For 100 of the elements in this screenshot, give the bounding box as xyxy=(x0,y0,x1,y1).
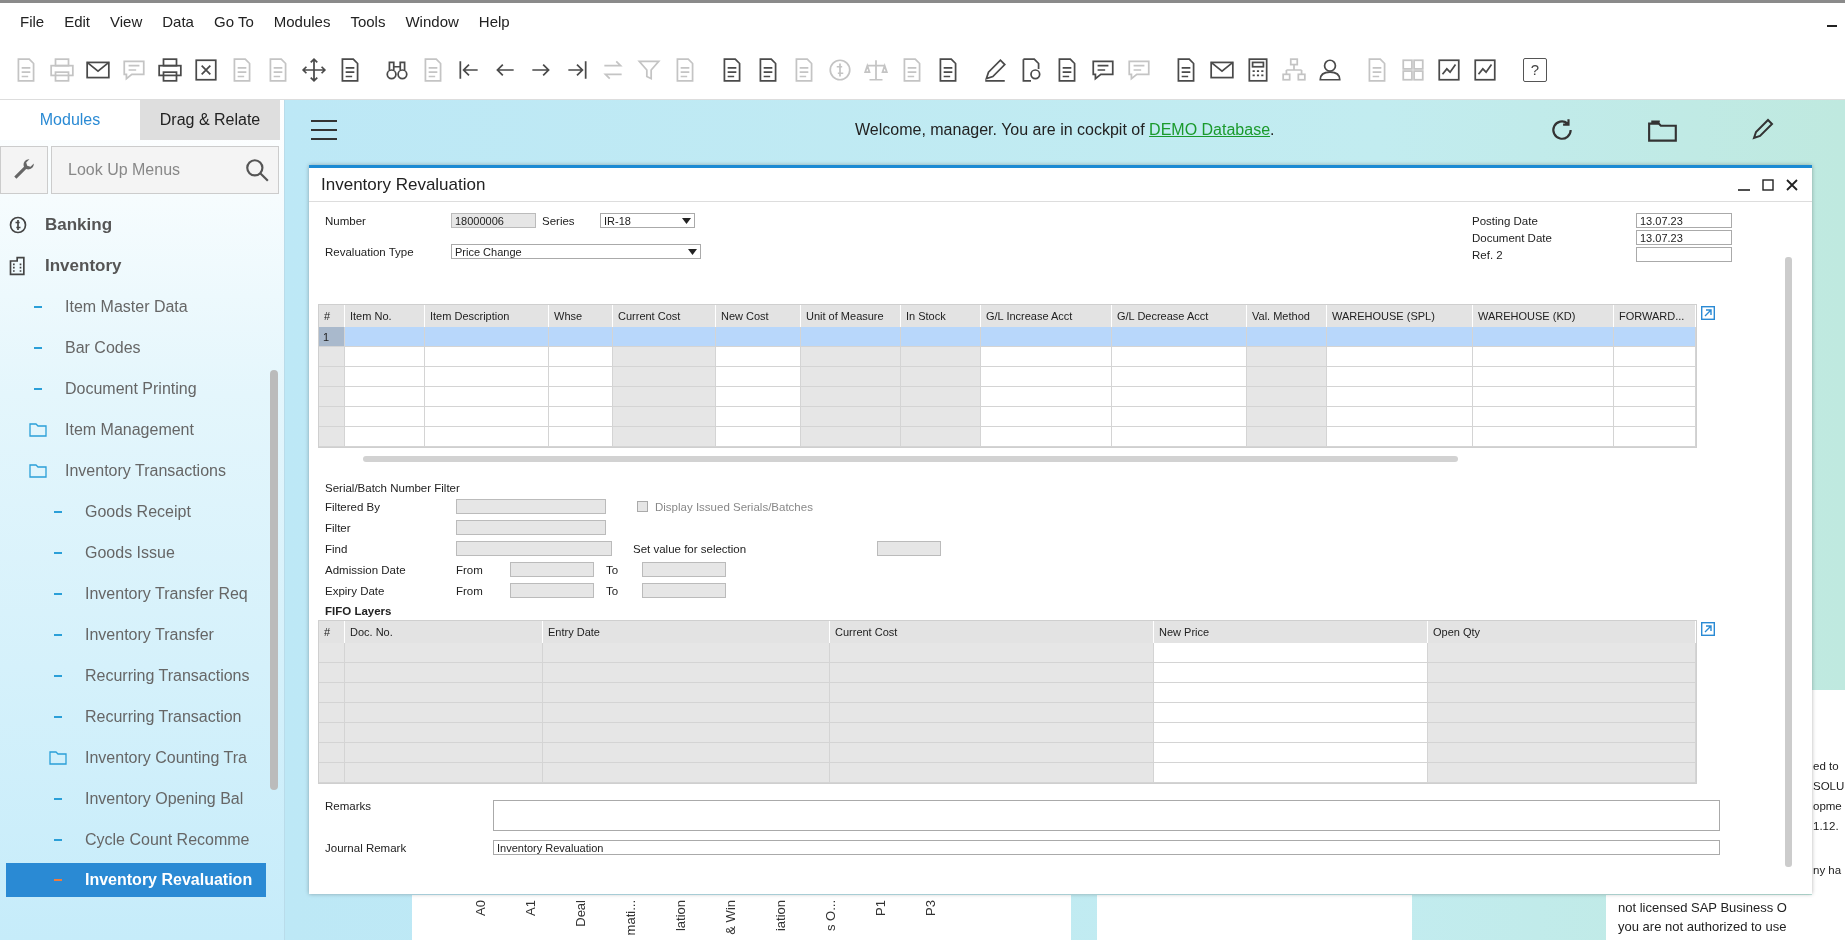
table-row[interactable] xyxy=(319,367,1696,387)
move-icon[interactable] xyxy=(301,56,327,83)
pen-icon[interactable] xyxy=(982,56,1008,83)
table-row[interactable] xyxy=(319,743,1696,763)
tree-item[interactable]: Cycle Count Recomme xyxy=(6,819,266,860)
tree-item[interactable]: Item Master Data xyxy=(6,286,266,327)
maximize-icon[interactable] xyxy=(1762,178,1774,191)
menu-item[interactable]: Tools xyxy=(350,13,386,30)
expand-icon[interactable] xyxy=(1701,622,1715,636)
tree-item[interactable]: Document Printing xyxy=(6,368,266,409)
tree-item[interactable]: Item Management xyxy=(6,409,266,450)
sidebar-tab[interactable]: Drag & Relate xyxy=(140,100,280,140)
axis-label: Deal xyxy=(574,900,587,927)
menu-item[interactable]: File xyxy=(20,13,45,30)
row-number: 1 xyxy=(319,327,345,346)
menu-item[interactable]: Data xyxy=(162,13,194,30)
scrollbar[interactable] xyxy=(270,370,278,790)
dash-icon xyxy=(54,674,62,677)
tree-item[interactable]: Recurring Transaction xyxy=(6,696,266,737)
building-icon xyxy=(8,255,28,276)
printer-icon[interactable] xyxy=(157,56,183,83)
field-label: To xyxy=(605,584,620,597)
column-header: # xyxy=(319,621,345,643)
column-header: G/L Decrease Acct xyxy=(1112,305,1247,327)
column-header: New Price xyxy=(1154,621,1428,643)
field-label: Posting Date xyxy=(1472,214,1539,227)
calculator-icon[interactable] xyxy=(1245,56,1271,83)
table-row[interactable] xyxy=(319,663,1696,683)
tree-item[interactable]: Inventory Transactions xyxy=(6,450,266,491)
menu-icon[interactable] xyxy=(311,119,337,141)
column-header: Val. Method xyxy=(1247,305,1327,327)
table-row[interactable] xyxy=(319,347,1696,367)
message-text: not licensed SAP Business O xyxy=(1618,899,1788,917)
journal-remark-field[interactable]: Inventory Revaluation xyxy=(493,840,1720,855)
menu-item[interactable]: View xyxy=(110,13,143,30)
chart-icon[interactable] xyxy=(1436,56,1462,83)
table-row[interactable] xyxy=(319,643,1696,663)
date-field[interactable]: 13.07.23 xyxy=(1636,230,1732,245)
remarks-field[interactable] xyxy=(493,800,1720,831)
person-icon[interactable] xyxy=(1317,56,1343,83)
chart-icon[interactable] xyxy=(1472,56,1498,83)
settings-button[interactable] xyxy=(0,146,48,194)
folder-icon xyxy=(29,422,47,437)
table-row[interactable] xyxy=(319,703,1696,723)
window-title: Inventory Revaluation xyxy=(321,174,486,195)
folder-icon xyxy=(49,750,67,765)
spreadsheet-icon[interactable] xyxy=(193,56,219,83)
table-row[interactable]: 1 xyxy=(319,327,1696,347)
input-field[interactable] xyxy=(1636,247,1732,262)
column-header: WAREHOUSE (SPL) xyxy=(1327,305,1473,327)
axis-label: & Win xyxy=(724,900,737,935)
menu-item[interactable]: Go To xyxy=(213,13,254,30)
expand-icon[interactable] xyxy=(1701,306,1715,320)
tree-item[interactable]: Goods Receipt xyxy=(6,491,266,532)
table-row[interactable] xyxy=(319,387,1696,407)
tree-item[interactable]: Inventory Revaluation xyxy=(6,863,266,897)
column-header: Unit of Measure xyxy=(801,305,901,327)
help-button[interactable]: ? xyxy=(1523,57,1547,82)
table-row[interactable] xyxy=(319,427,1696,447)
table-row[interactable] xyxy=(319,407,1696,427)
table-row[interactable] xyxy=(319,723,1696,743)
tree-item[interactable]: Banking xyxy=(6,204,266,245)
menu-item[interactable]: Modules xyxy=(273,13,331,30)
field-label: Ref. 2 xyxy=(1472,248,1504,261)
series-dropdown[interactable]: IR-18 xyxy=(600,213,695,228)
field-label: Revaluation Type xyxy=(325,245,415,258)
revaluation-type-dropdown[interactable]: Price Change xyxy=(451,244,701,259)
tree-item[interactable]: Inventory Transfer Req xyxy=(6,573,266,614)
refresh-icon[interactable] xyxy=(1549,117,1575,143)
tree-item[interactable]: Goods Issue xyxy=(6,532,266,573)
welcome-message: Welcome, manager. You are in cockpit of DEMO Database. xyxy=(855,121,1275,139)
dash-icon xyxy=(34,346,42,349)
table-row[interactable] xyxy=(319,683,1696,703)
menu-item[interactable]: Edit xyxy=(64,13,91,30)
tree-item[interactable]: Inventory Opening Bal xyxy=(6,778,266,819)
folder-icon[interactable] xyxy=(1647,117,1679,143)
menu-item[interactable]: Window xyxy=(405,13,459,30)
tree-item[interactable]: Inventory xyxy=(6,245,266,286)
scrollbar[interactable] xyxy=(363,456,1458,462)
scrollbar[interactable] xyxy=(1785,257,1792,867)
column-header: WAREHOUSE (KD) xyxy=(1473,305,1614,327)
table-row[interactable] xyxy=(319,763,1696,783)
axis-label: s O... xyxy=(824,900,837,932)
menu-item[interactable]: Help xyxy=(478,13,510,30)
tree-item[interactable]: Bar Codes xyxy=(6,327,266,368)
minimize-icon[interactable] xyxy=(1827,24,1837,27)
tree-item[interactable]: Inventory Counting Tra xyxy=(6,737,266,778)
axis-label: mati... xyxy=(624,900,637,936)
tree-item[interactable]: Recurring Transactions xyxy=(6,655,266,696)
dash-icon xyxy=(54,592,62,595)
search-icon[interactable] xyxy=(244,157,270,183)
tree-item[interactable]: Inventory Transfer xyxy=(6,614,266,655)
dash-icon xyxy=(54,797,62,800)
close-icon[interactable] xyxy=(1786,178,1798,191)
column-header: Current Cost xyxy=(830,621,1154,643)
section-title: FIFO Layers xyxy=(325,605,393,617)
notice-text: ed to xyxy=(1813,759,1840,774)
date-field[interactable]: 13.07.23 xyxy=(1636,213,1732,228)
pen-icon[interactable] xyxy=(1751,117,1775,141)
field-label: Journal Remark xyxy=(325,841,408,854)
